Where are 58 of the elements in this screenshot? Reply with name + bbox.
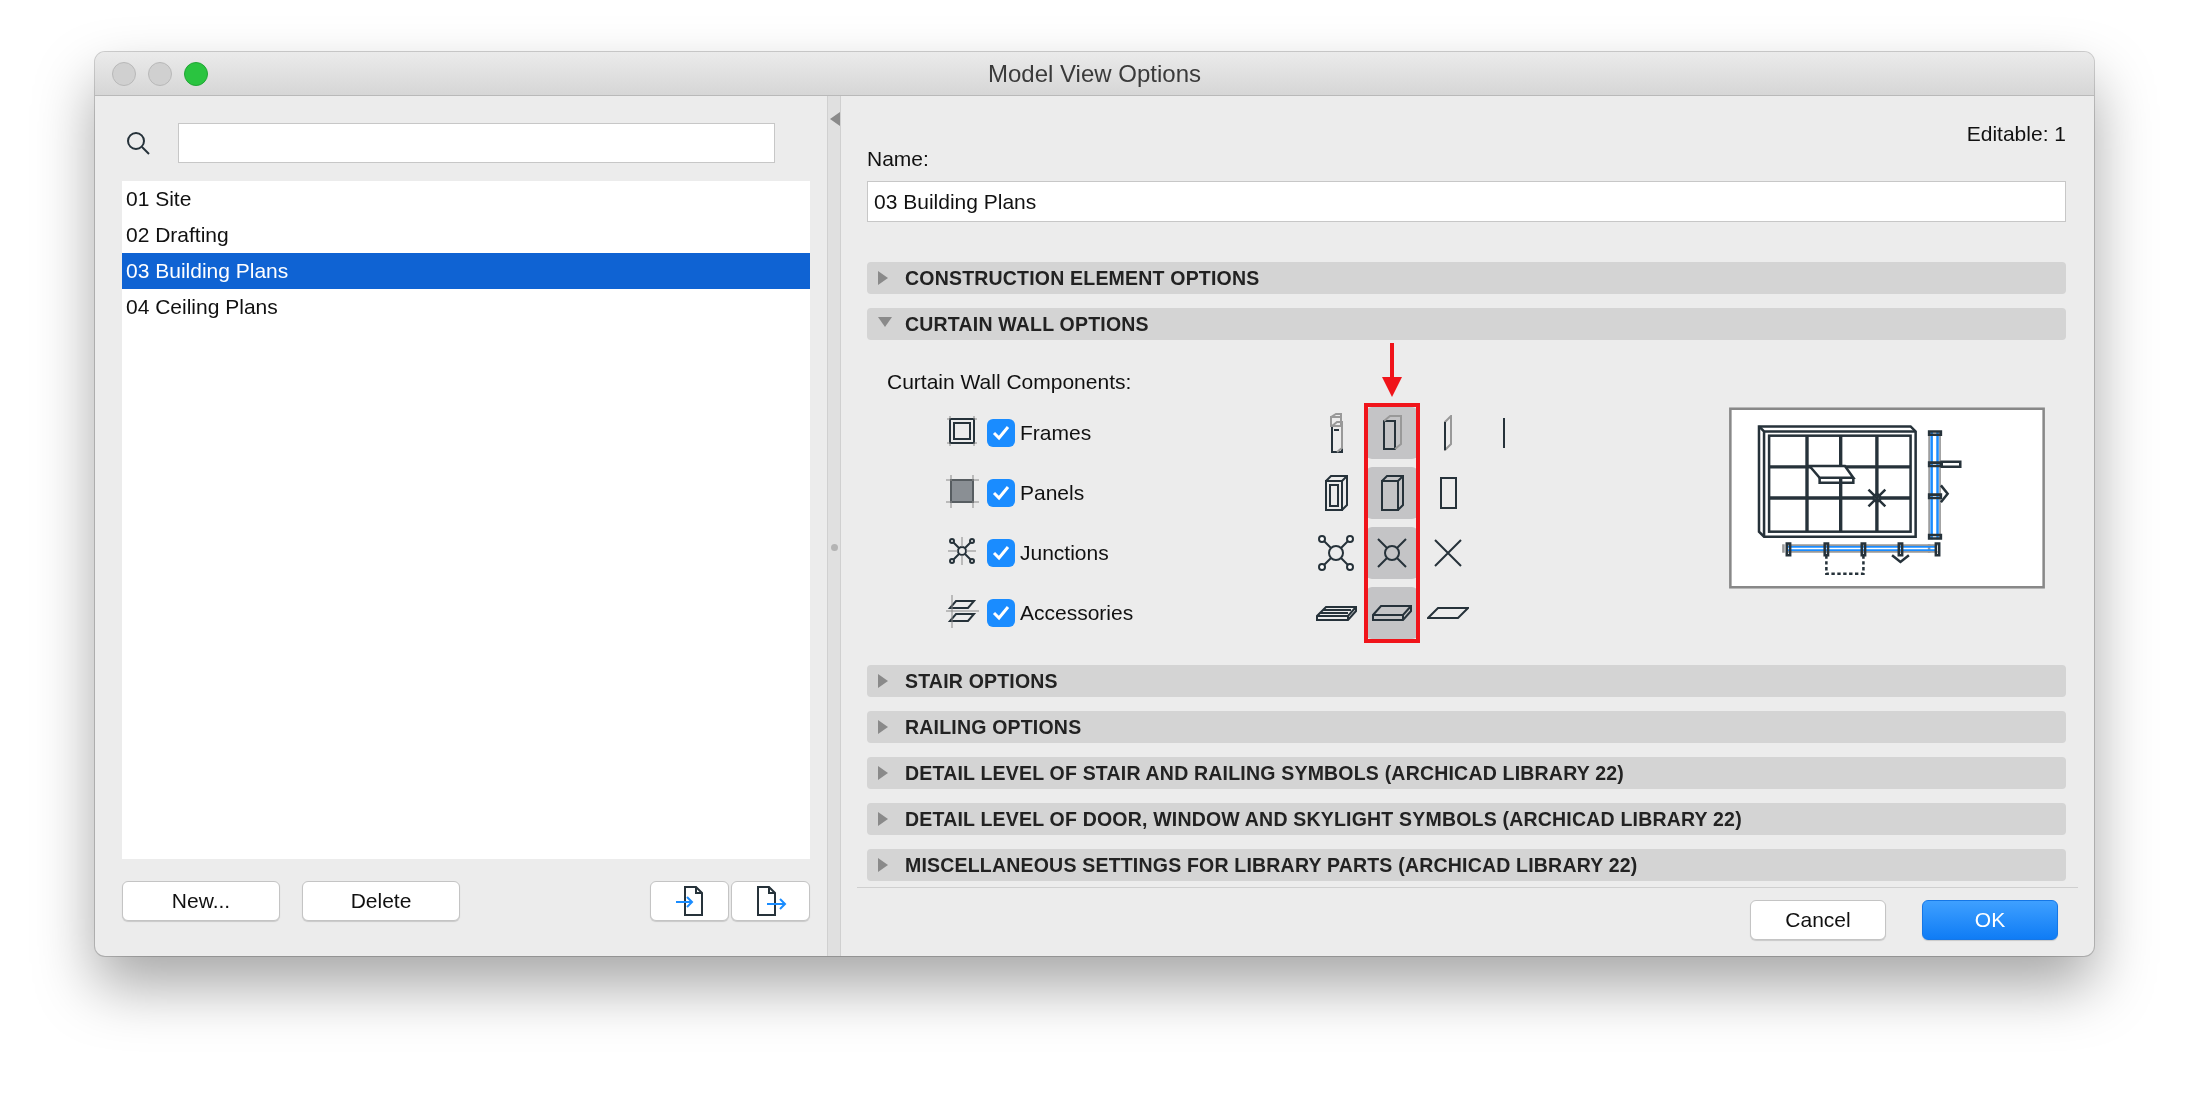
- junction-style-icon: [1434, 539, 1462, 567]
- section-header[interactable]: STAIR OPTIONS: [867, 665, 2066, 697]
- panel-icon: [945, 473, 979, 508]
- section-header[interactable]: RAILING OPTIONS: [867, 711, 2066, 743]
- file-import-icon: [673, 884, 706, 918]
- section-header[interactable]: MISCELLANEOUS SETTINGS FOR LIBRARY PARTS (ARCHICAD LIBRARY 22): [867, 849, 2066, 881]
- components-heading: Curtain Wall Components:: [887, 370, 1132, 393]
- panel-style-icon: [1324, 475, 1348, 511]
- section-header[interactable]: CURTAIN WALL OPTIONS: [867, 308, 2066, 340]
- pointer-arrow: [1382, 343, 1402, 397]
- name-label: Name:: [867, 147, 929, 170]
- section-header[interactable]: DETAIL LEVEL OF STAIR AND RAILING SYMBOLS (ARCHICAD LIBRARY 22): [867, 757, 2066, 789]
- component-label: Junctions: [1020, 541, 1110, 565]
- display-option-button[interactable]: [1366, 527, 1418, 579]
- new-button[interactable]: New...: [122, 881, 280, 921]
- list-item[interactable]: 03 Building Plans: [122, 253, 810, 289]
- import-button[interactable]: [650, 881, 729, 921]
- checkbox[interactable]: [987, 599, 1015, 627]
- cancel-button[interactable]: Cancel: [1750, 900, 1886, 940]
- frame-style-icon: [1328, 412, 1344, 454]
- collapse-arrow-icon[interactable]: [830, 112, 840, 126]
- splitter-handle[interactable]: [831, 544, 838, 551]
- section-header[interactable]: DETAIL LEVEL OF DOOR, WINDOW AND SKYLIGHT SYMBOLS (ARCHICAD LIBRARY 22): [867, 803, 2066, 835]
- junction-style-icon: [1318, 535, 1354, 571]
- checkbox[interactable]: [987, 419, 1015, 447]
- list-item[interactable]: 01 Site: [122, 181, 810, 217]
- export-button[interactable]: [731, 881, 810, 921]
- component-label: Frames: [1020, 421, 1093, 445]
- display-option-button[interactable]: [1366, 407, 1418, 459]
- frame-icon: [945, 413, 979, 448]
- editable-count: Editable: 1: [1966, 122, 2066, 146]
- display-option-button[interactable]: [1366, 587, 1418, 639]
- panel-style-icon: [1380, 475, 1404, 511]
- frame-style-icon: [1382, 415, 1402, 451]
- list-item[interactable]: 04 Ceiling Plans: [122, 289, 810, 325]
- component-label: Panels: [1020, 481, 1086, 505]
- list-item[interactable]: 02 Drafting: [122, 217, 810, 253]
- checkmark-icon: [992, 485, 1010, 501]
- panel-style-icon: [1439, 477, 1457, 509]
- junction-style-icon: [1377, 538, 1407, 568]
- checkmark-icon: [992, 605, 1010, 621]
- accessory-style-icon: [1315, 605, 1357, 621]
- accessory-style-icon: [1427, 607, 1469, 619]
- checkmark-icon: [992, 425, 1010, 441]
- checkbox[interactable]: [987, 539, 1015, 567]
- component-label: Accessories: [1020, 601, 1135, 625]
- frame-style-icon: [1444, 415, 1452, 451]
- checkmark-icon: [992, 545, 1010, 561]
- section-header[interactable]: CONSTRUCTION ELEMENT OPTIONS: [867, 262, 2066, 294]
- accessory-style-icon: [1372, 605, 1412, 621]
- display-option-button[interactable]: [1366, 467, 1418, 519]
- search-field[interactable]: [178, 123, 775, 163]
- name-field[interactable]: 03 Building Plans: [867, 181, 2066, 222]
- window-title: Model View Options: [988, 59, 1201, 87]
- accessory-icon: [945, 593, 979, 628]
- delete-button[interactable]: Delete: [302, 881, 460, 921]
- checkbox[interactable]: [987, 479, 1015, 507]
- search-icon: [126, 130, 151, 156]
